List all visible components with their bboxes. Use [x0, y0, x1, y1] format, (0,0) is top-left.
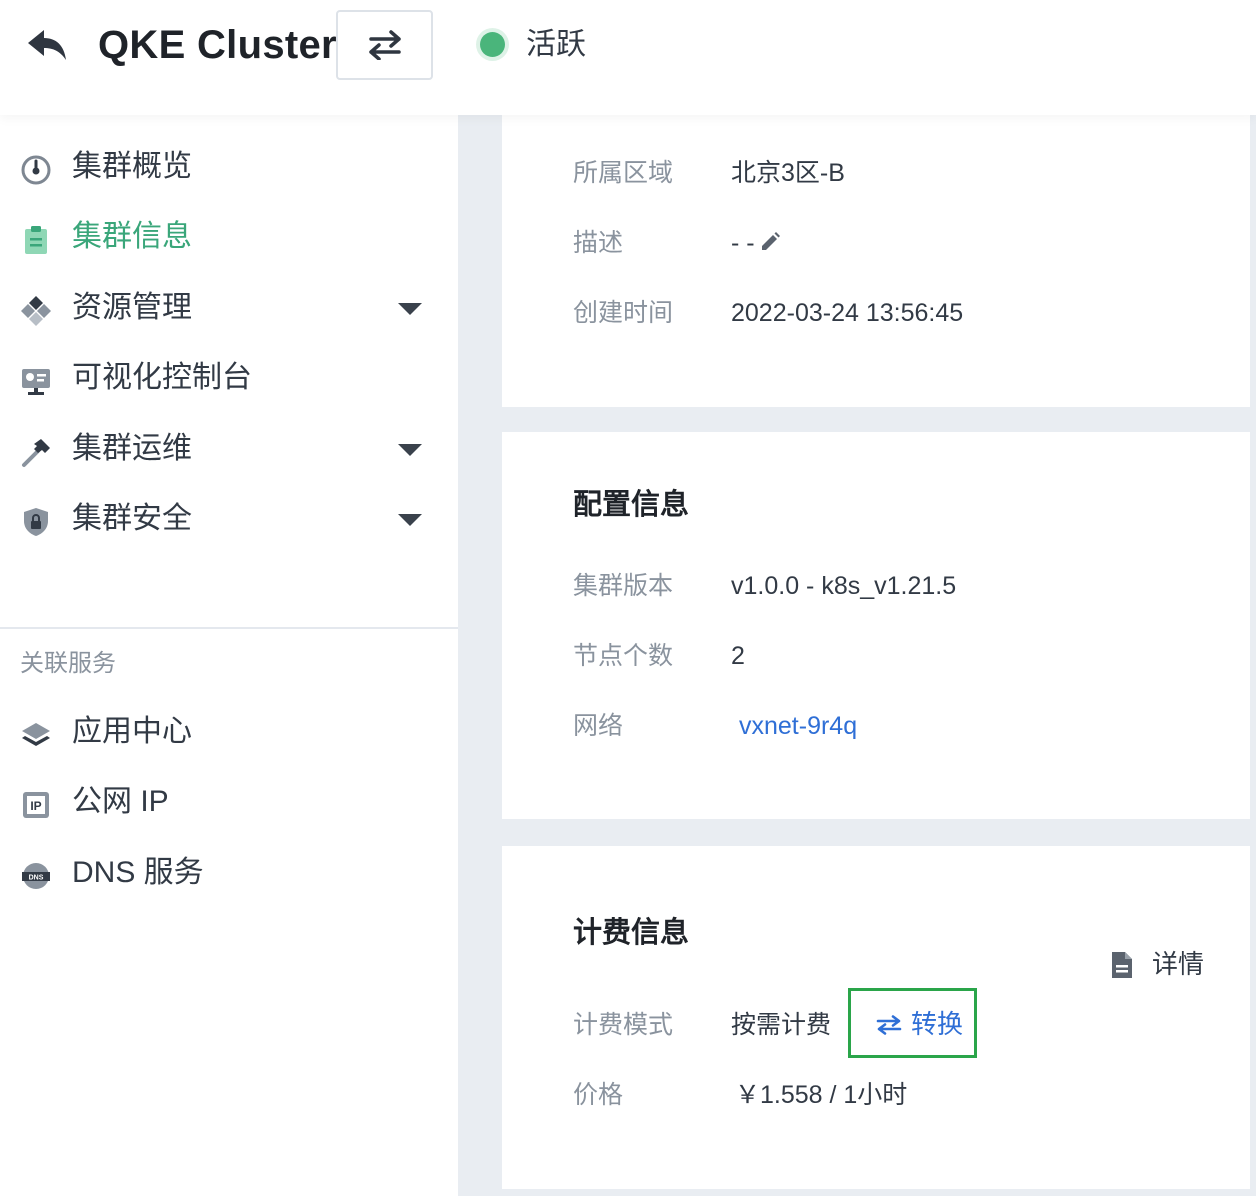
- cluster-version-value: v1.0.0 - k8s_v1.21.5: [731, 572, 957, 600]
- back-button[interactable]: [20, 24, 72, 68]
- chevron-down-icon[interactable]: [396, 441, 424, 459]
- details-label: 详情: [1152, 949, 1205, 979]
- layers-icon: [22, 723, 50, 746]
- sidebar-item-dns[interactable]: DNS DNS 服务: [0, 845, 458, 905]
- chevron-down-icon[interactable]: [396, 300, 424, 318]
- svg-text:DNS: DNS: [29, 875, 44, 882]
- sidebar-item-cluster-info[interactable]: 集群信息: [0, 209, 458, 269]
- sidebar: 集群概览 集群信息 资源管理 可视化控制台 集群运维 集群安全 关联服务 应用中…: [0, 115, 458, 1196]
- sidebar-item-console[interactable]: 可视化控制台: [0, 350, 458, 410]
- sidebar-item-security[interactable]: 集群安全: [0, 491, 458, 551]
- convert-billing-button[interactable]: 转换: [848, 988, 977, 1058]
- pencil-icon[interactable]: [759, 231, 781, 253]
- billing-title: 计费信息: [573, 917, 690, 949]
- status-text: 活跃: [526, 28, 586, 61]
- sidebar-item-label: 集群概览: [72, 150, 192, 183]
- document-icon: [1112, 952, 1132, 978]
- created-time-value: 2022-03-24 13:56:45: [731, 299, 964, 327]
- cluster-version-label: 集群版本: [573, 572, 674, 600]
- shield-icon: [24, 508, 48, 536]
- config-title: 配置信息: [573, 489, 690, 521]
- switch-cluster-button[interactable]: [336, 10, 433, 80]
- app-title: QKE Cluster: [98, 23, 337, 67]
- node-count-value: 2: [731, 642, 745, 670]
- basic-info-card: 所属区域 北京3区-B 描述 - - 创建时间 2022-03-24 13:56…: [502, 115, 1250, 407]
- sidebar-item-label: DNS 服务: [72, 856, 204, 889]
- price-value: ￥1.558 / 1小时: [735, 1081, 908, 1109]
- network-link[interactable]: vxnet-9r4q: [739, 709, 857, 743]
- sidebar-divider: [0, 627, 458, 629]
- price-label: 价格: [573, 1081, 624, 1109]
- sidebar-item-label: 资源管理: [72, 291, 192, 324]
- description-value: - -: [731, 229, 755, 257]
- sidebar-item-overview[interactable]: 集群概览: [0, 139, 458, 199]
- swap-arrows-icon: [876, 1015, 902, 1035]
- globe-dns-icon: DNS: [22, 863, 50, 889]
- billing-mode-value: 按需计费: [731, 1011, 832, 1039]
- region-label: 所属区域: [573, 159, 674, 187]
- main-content: 所属区域 北京3区-B 描述 - - 创建时间 2022-03-24 13:56…: [458, 115, 1256, 1196]
- ip-icon: IP: [23, 792, 49, 818]
- sidebar-item-label: 公网 IP: [72, 785, 169, 818]
- status-dot: [480, 32, 505, 57]
- sidebar-item-label: 集群信息: [72, 220, 192, 253]
- diamond-grid-icon: [21, 296, 51, 326]
- node-count-label: 节点个数: [573, 642, 674, 670]
- sidebar-item-resources[interactable]: 资源管理: [0, 280, 458, 340]
- sidebar-item-app-center[interactable]: 应用中心: [0, 704, 458, 764]
- gauge-icon: [21, 155, 51, 185]
- billing-mode-label: 计费模式: [573, 1011, 674, 1039]
- config-info-card: 配置信息 集群版本 v1.0.0 - k8s_v1.21.5 节点个数 2 网络…: [502, 432, 1250, 819]
- region-value: 北京3区-B: [731, 159, 845, 187]
- svg-text:IP: IP: [30, 799, 41, 813]
- swap-arrows-icon: [368, 30, 401, 60]
- description-label: 描述: [573, 229, 624, 257]
- created-time-label: 创建时间: [573, 299, 674, 327]
- sidebar-item-label: 集群安全: [72, 502, 192, 535]
- clipboard-icon: [25, 226, 47, 254]
- billing-info-card: 计费信息 详情 计费模式 按需计费 转换 价格 ￥1.558 / 1小时: [502, 846, 1250, 1189]
- sidebar-item-label: 集群运维: [72, 432, 192, 465]
- network-label: 网络: [573, 712, 624, 740]
- top-header: QKE Cluster 活跃: [0, 0, 1256, 115]
- sidebar-item-label: 应用中心: [72, 715, 192, 748]
- convert-label: 转换: [911, 1009, 964, 1039]
- sidebar-item-label: 可视化控制台: [72, 361, 252, 394]
- related-services-title: 关联服务: [20, 650, 116, 677]
- chevron-down-icon[interactable]: [396, 511, 424, 529]
- sidebar-item-public-ip[interactable]: IP 公网 IP: [0, 774, 458, 834]
- hammer-icon: [22, 439, 50, 467]
- sidebar-item-ops[interactable]: 集群运维: [0, 421, 458, 481]
- back-arrow-icon: [28, 30, 66, 60]
- monitor-icon: [22, 369, 50, 395]
